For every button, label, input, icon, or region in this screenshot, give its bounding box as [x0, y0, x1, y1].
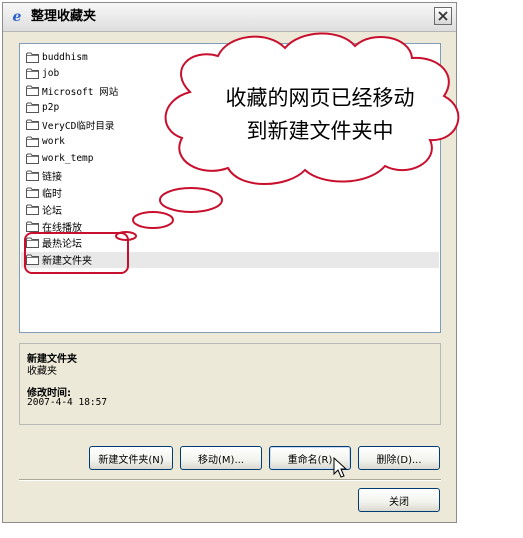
folder-icon: [26, 153, 39, 164]
mouse-cursor-icon: [333, 457, 347, 478]
tree-item-label: job: [42, 68, 60, 80]
folder-icon: [26, 52, 39, 63]
divider: [19, 479, 441, 481]
tree-item-3[interactable]: p2p: [26, 100, 59, 116]
callout-line-2: 到新建文件夹中: [246, 119, 394, 143]
tree-item-1[interactable]: job: [26, 66, 59, 82]
tree-item-9[interactable]: 论坛: [26, 201, 62, 217]
tree-item-label: VeryCD临时目录: [42, 120, 115, 132]
window-title: 整理收藏夹: [31, 9, 97, 24]
tree-item-label: work_temp: [42, 152, 94, 164]
folder-icon: [26, 187, 39, 198]
folder-icon: [26, 68, 39, 80]
folder-icon: [26, 136, 39, 147]
tree-item-2[interactable]: Microsoft 网站: [26, 83, 118, 99]
delete-button[interactable]: 删除(D)...: [358, 446, 440, 470]
tree-item-label: work: [42, 136, 65, 147]
tree-item-8[interactable]: 临时: [26, 184, 62, 200]
selected-item-kind: 收藏夹: [27, 366, 57, 377]
folder-icon: [26, 204, 39, 215]
tree-item-label: buddhism: [42, 51, 88, 63]
tree-item-label: 论坛: [42, 205, 62, 217]
folder-icon: [26, 170, 39, 181]
folder-icon: [26, 119, 39, 131]
move-button[interactable]: 移动(M)...: [180, 446, 262, 470]
callout-text: 收藏的网页已经移动 到新建文件夹中: [195, 82, 445, 148]
tree-item-label: 链接: [42, 171, 62, 183]
callout-line-1: 收藏的网页已经移动: [225, 86, 415, 110]
folder-icon: [26, 221, 39, 232]
ie-e-icon: e: [12, 9, 22, 25]
close-window-button[interactable]: [434, 7, 452, 25]
folder-icon: [26, 85, 39, 97]
tree-item-5[interactable]: work: [26, 134, 65, 150]
tree-item-6[interactable]: work_temp: [26, 150, 93, 166]
tree-item-label: Microsoft 网站: [42, 86, 119, 98]
tree-item-label: 临时: [42, 188, 62, 200]
highlight-box: [24, 232, 129, 274]
new-folder-button[interactable]: 新建文件夹(N): [89, 446, 173, 470]
modified-value: 2007-4-4 18:57: [27, 397, 108, 408]
tree-item-4[interactable]: VeryCD临时目录: [26, 117, 114, 133]
close-icon: [438, 11, 448, 21]
tree-item-7[interactable]: 链接: [26, 167, 62, 183]
item-info-panel: 新建文件夹 收藏夹 修改时间: 2007-4-4 18:57: [19, 343, 441, 425]
title-bar: e 整理收藏夹: [3, 3, 456, 32]
tree-item-label: p2p: [42, 102, 60, 114]
tree-item-0[interactable]: buddhism: [26, 49, 88, 65]
folder-icon: [26, 102, 39, 114]
close-button[interactable]: 关闭: [358, 488, 440, 512]
